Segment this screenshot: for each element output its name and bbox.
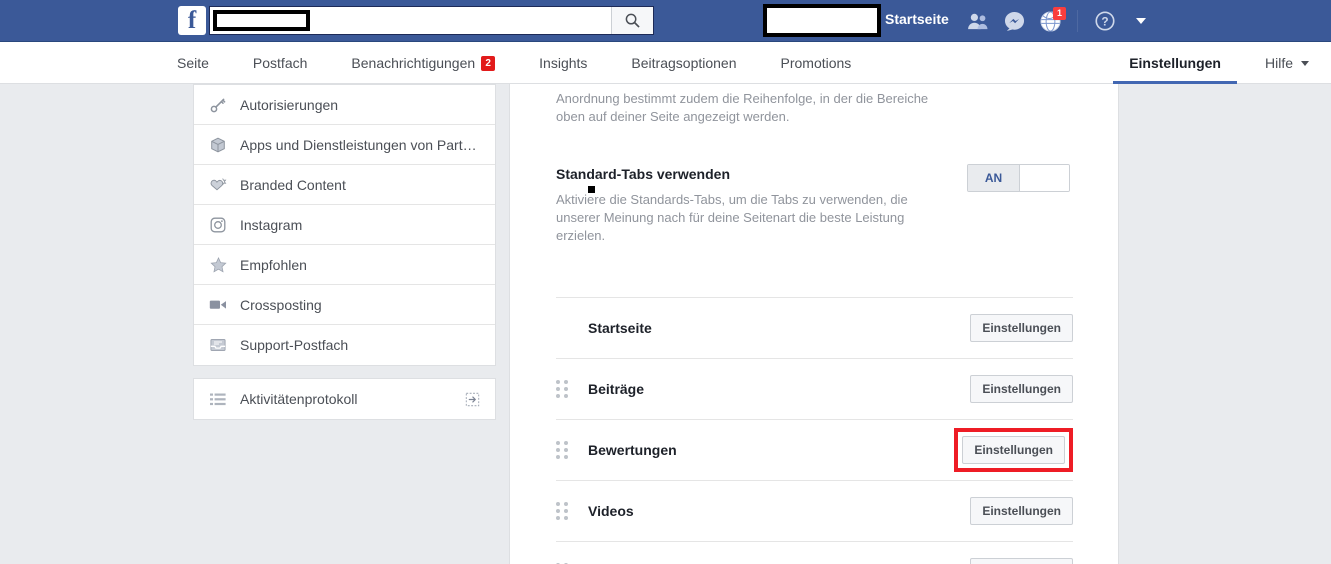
tab-name-label: Beiträge: [588, 381, 645, 397]
settings-sidebar-card: Autorisierungen Apps und Dienstleistunge…: [193, 84, 496, 366]
sidebar-item-label: Crossposting: [240, 296, 322, 313]
page-body: Autorisierungen Apps und Dienstleistunge…: [0, 84, 1331, 564]
nav-tab-einstellungen[interactable]: Einstellungen: [1107, 42, 1243, 84]
default-tabs-description: Aktiviere die Standards-Tabs, um die Tab…: [556, 192, 908, 243]
cursor-marker: [588, 186, 595, 193]
account-dropdown-caret-icon[interactable]: [1126, 6, 1156, 36]
notifications-globe-icon[interactable]: 1: [1035, 6, 1066, 36]
star-icon: [208, 255, 228, 275]
settings-button-wrap: Einstellungen: [970, 558, 1073, 564]
nav-tab-postfach[interactable]: Postfach: [231, 42, 329, 84]
support-inbox-icon: [208, 335, 228, 355]
toggle-off-segment[interactable]: [1020, 165, 1069, 191]
profile-name-redaction-box: [763, 4, 881, 37]
list-icon: [208, 389, 228, 409]
settings-sidebar: Autorisierungen Apps und Dienstleistunge…: [193, 84, 496, 420]
sidebar-item-label: Aktivitätenprotokoll: [240, 391, 358, 407]
tab-settings-button[interactable]: Einstellungen: [970, 314, 1073, 342]
page-nav-bar: Seite Postfach Benachrichtigungen 2 Insi…: [0, 42, 1331, 84]
default-tabs-toggle[interactable]: AN: [967, 164, 1070, 192]
branded-content-icon: [208, 175, 228, 195]
nav-tab-seite[interactable]: Seite: [155, 42, 231, 84]
table-row: Beiträge Einstellungen: [556, 359, 1073, 420]
sidebar-item-label: Apps und Dienstleistungen von Partnern: [240, 136, 481, 153]
sidebar-item-label: Support-Postfach: [240, 337, 349, 353]
drag-handle-icon[interactable]: [556, 380, 568, 398]
tab-settings-button[interactable]: Einstellungen: [970, 558, 1073, 564]
tab-settings-button[interactable]: Einstellungen: [970, 375, 1073, 403]
chevron-down-icon: [1301, 60, 1309, 66]
nav-tab-label: Einstellungen: [1129, 55, 1221, 71]
nav-tab-label: Postfach: [252, 55, 308, 71]
nav-tab-label: Beitragsoptionen: [631, 55, 737, 71]
table-row: Fotos Einstellungen: [556, 542, 1073, 564]
facebook-logo-icon[interactable]: f: [178, 6, 206, 35]
search-input[interactable]: [310, 7, 611, 34]
messenger-icon[interactable]: [999, 6, 1029, 36]
tab-name-label: Bewertungen: [588, 442, 677, 458]
tab-settings-button[interactable]: Einstellungen: [970, 497, 1073, 525]
nav-tab-hilfe[interactable]: Hilfe: [1243, 42, 1331, 84]
home-link[interactable]: Startseite: [885, 11, 949, 27]
drag-handle-icon[interactable]: [556, 502, 568, 520]
tab-name-label: Videos: [588, 503, 634, 519]
svg-text:?: ?: [1101, 15, 1108, 29]
nav-tab-label: Insights: [539, 55, 588, 71]
sidebar-item-empfohlen[interactable]: Empfohlen: [194, 245, 495, 285]
search-icon[interactable]: [611, 7, 653, 34]
table-row: Bewertungen Einstellungen: [556, 420, 1073, 481]
settings-content-panel: Anordnung bestimmt zudem die Reihenfolge…: [509, 84, 1119, 564]
sidebar-item-label: Branded Content: [240, 176, 346, 193]
sidebar-item-label: Instagram: [240, 216, 303, 233]
friend-requests-icon[interactable]: [963, 6, 993, 36]
search-redaction-box: [213, 10, 310, 31]
sidebar-item-crossposting[interactable]: Crossposting: [194, 285, 495, 325]
table-row: Videos Einstellungen: [556, 481, 1073, 542]
sidebar-item-apps-und-dienstleistungen[interactable]: Apps und Dienstleistungen von Partnern: [194, 125, 495, 165]
sidebar-item-label: Empfohlen: [240, 256, 307, 273]
topbar-icon-group: 1 ?: [963, 0, 1156, 42]
tab-settings-button-highlighted[interactable]: Einstellungen: [962, 436, 1065, 464]
intro-description: Anordnung bestimmt zudem die Reihenfolge…: [556, 91, 929, 124]
nav-tab-label: Benachrichtigungen: [351, 55, 476, 71]
nav-tab-promotions[interactable]: Promotions: [759, 42, 874, 84]
default-tabs-title: Standard-Tabs verwenden: [556, 166, 731, 182]
key-icon: [208, 95, 228, 115]
page-nav-items: Seite Postfach Benachrichtigungen 2 Insi…: [155, 42, 1331, 84]
activity-log-card: Aktivitätenprotokoll: [193, 378, 496, 420]
settings-button-wrap: Einstellungen: [970, 375, 1073, 403]
notification-badge: 1: [1053, 7, 1066, 20]
table-row: Startseite Einstellungen: [556, 298, 1073, 359]
external-link-icon[interactable]: [463, 390, 481, 408]
package-box-icon: [208, 135, 228, 155]
topbar-divider: [1077, 10, 1078, 32]
sidebar-item-branded-content[interactable]: Branded Content: [194, 165, 495, 205]
settings-button-wrap: Einstellungen: [970, 497, 1073, 525]
nav-tab-benachrichtigungen[interactable]: Benachrichtigungen 2: [329, 42, 517, 84]
default-tabs-setting: Standard-Tabs verwenden Aktiviere die St…: [556, 164, 1073, 245]
highlight-box: Einstellungen: [954, 428, 1073, 472]
nav-tab-badge: 2: [481, 55, 496, 71]
sidebar-item-instagram[interactable]: Instagram: [194, 205, 495, 245]
sidebar-item-aktivitaetenprotokoll[interactable]: Aktivitätenprotokoll: [194, 379, 495, 419]
nav-tab-insights[interactable]: Insights: [517, 42, 609, 84]
sidebar-item-label: Autorisierungen: [240, 96, 339, 113]
video-camera-icon: [208, 295, 228, 315]
sidebar-item-support-postfach[interactable]: Support-Postfach: [194, 325, 495, 365]
nav-tab-beitragsoptionen[interactable]: Beitragsoptionen: [609, 42, 758, 84]
toggle-on-segment[interactable]: AN: [968, 165, 1020, 191]
tab-name-label: Startseite: [588, 320, 652, 336]
sidebar-item-autorisierungen[interactable]: Autorisierungen: [194, 85, 495, 125]
nav-tab-label: Seite: [177, 55, 209, 71]
help-question-icon[interactable]: ?: [1090, 6, 1120, 36]
drag-handle-icon[interactable]: [556, 441, 568, 459]
instagram-icon: [208, 215, 228, 235]
settings-button-wrap: Einstellungen: [970, 314, 1073, 342]
nav-tab-label: Hilfe: [1264, 55, 1293, 71]
facebook-top-bar: f Startseite 1 ?: [0, 0, 1331, 42]
nav-tab-label: Promotions: [780, 55, 852, 71]
search-bar[interactable]: [209, 6, 654, 35]
